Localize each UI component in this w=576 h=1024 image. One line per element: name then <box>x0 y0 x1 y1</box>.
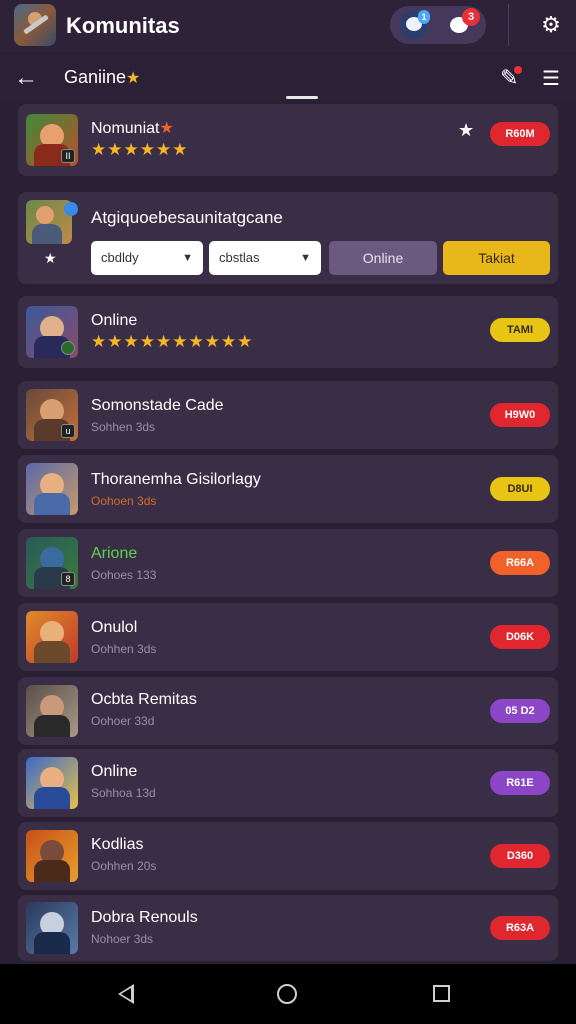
back-arrow-icon[interactable]: ← <box>14 64 38 92</box>
row-subtitle: Sohhoa 13d <box>91 786 156 800</box>
filter-dropdown-1[interactable]: cbdldy ▼ <box>91 241 203 275</box>
row-title: Onulol <box>91 619 138 636</box>
filters-card: ★ Atgiquoebesaunitatgcane cbdldy ▼ cbstla… <box>18 192 558 284</box>
row-subtitle: Sohhen 3ds <box>91 420 156 434</box>
row-action-button[interactable]: D8UI <box>490 477 550 501</box>
game-thumbnail <box>26 685 78 737</box>
favorite-star-icon[interactable]: ★ <box>458 120 474 141</box>
nav-home-icon[interactable] <box>277 984 297 1004</box>
online-filter-button[interactable]: Online <box>329 241 437 275</box>
game-thumbnail <box>26 611 78 663</box>
sub-header: ← Ganiine★ ✎ ☰ <box>0 56 576 100</box>
chevron-down-icon: ▼ <box>182 252 193 264</box>
row-action-button[interactable]: R66A <box>490 551 550 575</box>
row-action-button[interactable]: D360 <box>490 844 550 868</box>
featured-card[interactable]: II Nomuniat★ ★★★★★★ ★ R60M <box>18 104 558 176</box>
mic-notification-dot <box>514 66 522 74</box>
nav-back-icon[interactable] <box>118 984 134 1004</box>
row-title: Somonstade Cade <box>91 397 224 414</box>
header-divider <box>508 4 509 46</box>
row-subtitle: Oohoen 3ds <box>91 494 157 508</box>
row-action-button[interactable]: R63A <box>490 916 550 940</box>
takiat-filter-button[interactable]: Takiat <box>443 241 550 275</box>
list-item[interactable]: u Somonstade Cade Sohhen 3ds H9W0 <box>18 381 558 449</box>
chevron-down-icon: ▼ <box>300 252 311 264</box>
row-title: Arione <box>91 545 138 562</box>
row-action-button[interactable]: D06K <box>490 625 550 649</box>
game-thumbnail: u <box>26 389 78 441</box>
row-action-button[interactable]: 05 D2 <box>490 699 550 723</box>
row-title: Kodlias <box>91 836 144 853</box>
gear-icon[interactable]: ⚙ <box>538 12 564 38</box>
online-card-button[interactable]: TAMI <box>490 318 550 342</box>
game-thumbnail: 8 <box>26 537 78 589</box>
row-subtitle: Oohhen 20s <box>91 859 157 873</box>
game-thumbnail <box>26 463 78 515</box>
list-item[interactable]: Thoranemha Gisilorlagy Oohoen 3ds D8UI <box>18 455 558 523</box>
list-item[interactable]: Onulol Oohhen 3ds D06K <box>18 603 558 671</box>
nav-recents-icon[interactable] <box>433 985 450 1002</box>
game-thumbnail: II <box>26 114 78 166</box>
row-title: Thoranemha Gisilorlagy <box>91 471 261 488</box>
verified-icon <box>64 202 78 216</box>
system-nav-bar <box>0 964 576 1024</box>
list-item[interactable]: 8 Arione Oohoes 133 R66A <box>18 529 558 597</box>
list-item[interactable]: Kodlias Oohhen 20s D360 <box>18 822 558 890</box>
rating-stars: ★★★★★★ <box>91 140 189 159</box>
title-star-icon: ★ <box>159 120 174 137</box>
top-app-bar: Komunitas 1 3 ⚙ <box>0 0 576 52</box>
game-thumbnail <box>26 757 78 809</box>
list-item[interactable]: Ocbta Remitas Oohoer 33d 05 D2 <box>18 677 558 745</box>
game-thumbnail <box>26 902 78 954</box>
row-title: Ocbta Remitas <box>91 691 197 708</box>
row-title: Online <box>91 763 138 780</box>
tab-indicator <box>286 96 318 99</box>
pin-star-icon[interactable]: ★ <box>44 250 57 267</box>
featured-action-button[interactable]: R60M <box>490 122 550 146</box>
title-star-icon: ★ <box>126 70 141 87</box>
game-thumbnail <box>26 306 78 358</box>
page-title: Ganiine★ <box>64 67 141 87</box>
featured-title: Nomuniat★ <box>91 120 174 137</box>
filter-dropdown-2[interactable]: cbstlas ▼ <box>209 241 321 275</box>
row-subtitle: Nohoer 3ds <box>91 932 154 946</box>
game-thumbnail <box>26 830 78 882</box>
row-action-button[interactable]: H9W0 <box>490 403 550 427</box>
row-subtitle: Oohoer 33d <box>91 714 155 728</box>
row-title: Dobra Renouls <box>91 909 198 926</box>
app-title: Komunitas <box>66 13 180 38</box>
row-action-button[interactable]: R61E <box>490 771 550 795</box>
list-item[interactable]: Online Sohhoa 13d R61E <box>18 749 558 817</box>
chat-badge: 1 <box>418 10 430 24</box>
menu-icon[interactable]: ☰ <box>542 66 560 91</box>
mini-badge: II <box>61 149 75 163</box>
app-logo-icon[interactable] <box>14 4 56 46</box>
filters-title: Atgiquoebesaunitatgcane <box>91 208 283 227</box>
list-item[interactable]: Dobra Renouls Nohoer 3ds R63A <box>18 895 558 961</box>
rating-stars: ★★★★★★★★★★ <box>91 332 254 351</box>
notification-badge: 3 <box>462 8 480 26</box>
row-subtitle: Oohhen 3ds <box>91 642 157 656</box>
online-card[interactable]: Online ★★★★★★★★★★ TAMI <box>18 296 558 368</box>
header-actions-pill: 1 3 <box>390 6 486 44</box>
online-card-title: Online <box>91 312 138 329</box>
row-subtitle: Oohoes 133 <box>91 568 157 582</box>
